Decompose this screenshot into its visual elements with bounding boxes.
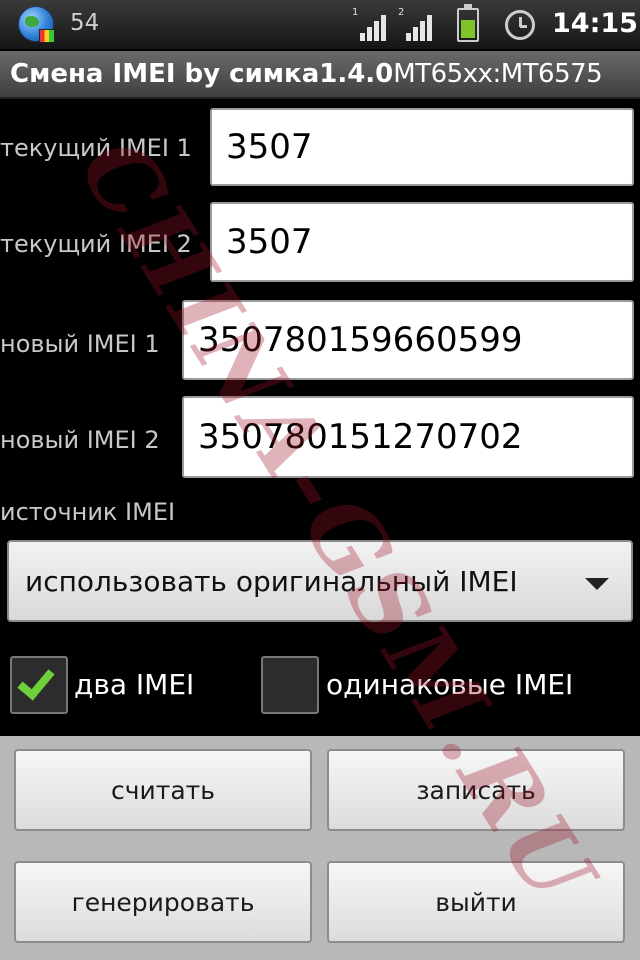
status-time: 14:15 bbox=[552, 8, 638, 39]
imei-source-selected: использовать оригинальный IMEI bbox=[25, 564, 518, 598]
signal-sim2-icon: 2 bbox=[398, 7, 432, 41]
current-imei1-field[interactable]: 3507 bbox=[210, 108, 634, 186]
imei-source-label: источник IMEI bbox=[0, 498, 176, 526]
same-imei-checkbox[interactable] bbox=[261, 656, 319, 714]
globe-app-icon bbox=[18, 6, 55, 43]
checkmark-icon bbox=[17, 661, 55, 701]
two-imei-checkbox[interactable] bbox=[10, 656, 68, 714]
app-title-bar: Смена IMEI by симка1.4.0MT65xx:MT6575 bbox=[0, 51, 640, 99]
button-panel: считать записать генерировать выйти bbox=[0, 736, 640, 960]
battery-icon bbox=[457, 4, 479, 42]
new-imei1-label: новый IMEI 1 bbox=[0, 330, 160, 358]
notification-count: 54 bbox=[70, 10, 100, 36]
current-imei1-label: текущий IMEI 1 bbox=[0, 134, 192, 162]
signal-sim1-icon: 1 bbox=[352, 7, 386, 41]
dropdown-arrow-icon bbox=[585, 578, 609, 590]
app-title-main: Смена IMEI by симка1.4.0 bbox=[10, 59, 394, 89]
read-button[interactable]: считать bbox=[14, 749, 312, 831]
current-imei2-field[interactable]: 3507 bbox=[210, 202, 634, 282]
new-imei2-field[interactable]: 350780151270702 bbox=[182, 396, 634, 478]
app-title: Смена IMEI by симка1.4.0MT65xx:MT6575 bbox=[10, 59, 603, 89]
alarm-clock-icon bbox=[505, 10, 535, 40]
new-imei1-field[interactable]: 350780159660599 bbox=[182, 300, 634, 380]
status-bar: 54 1 2 14:15 bbox=[0, 0, 640, 50]
generate-button[interactable]: генерировать bbox=[14, 861, 312, 943]
same-imei-label[interactable]: одинаковые IMEI bbox=[326, 668, 573, 701]
app-title-chipset: MT65xx:MT6575 bbox=[393, 59, 603, 89]
current-imei2-label: текущий IMEI 2 bbox=[0, 230, 192, 258]
two-imei-label[interactable]: два IMEI bbox=[74, 668, 194, 701]
exit-button[interactable]: выйти bbox=[327, 861, 625, 943]
write-button[interactable]: записать bbox=[327, 749, 625, 831]
imei-source-dropdown[interactable]: использовать оригинальный IMEI bbox=[7, 540, 633, 622]
new-imei2-label: новый IMEI 2 bbox=[0, 426, 160, 454]
